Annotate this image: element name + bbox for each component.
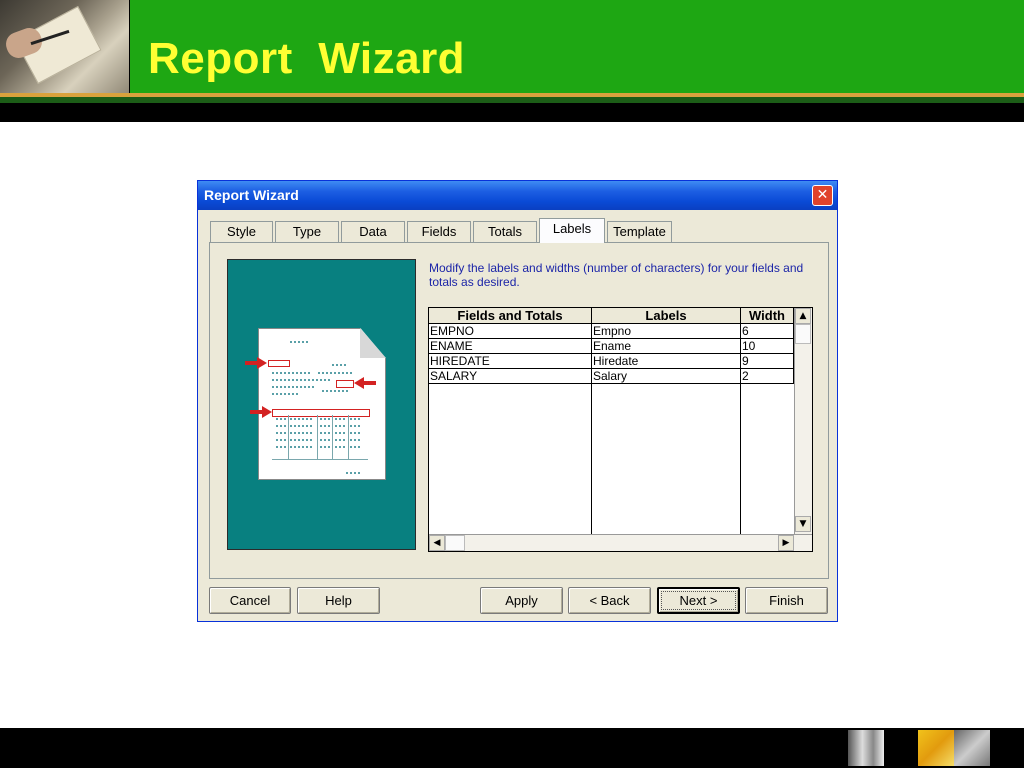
finish-button[interactable]: Finish <box>745 587 828 614</box>
scroll-down-button[interactable]: ▼ <box>795 516 811 532</box>
labels-tab-panel: Modify the labels and widths (number of … <box>209 242 829 579</box>
horizontal-scroll-thumb[interactable] <box>445 535 465 551</box>
field-cell[interactable]: SALARY <box>429 369 592 384</box>
slide-title: Report Wizard <box>148 34 466 83</box>
footer-decoration-image <box>848 730 884 766</box>
tab-labels[interactable]: Labels <box>539 218 605 243</box>
dialog-title: Report Wizard <box>204 187 299 203</box>
width-input[interactable]: 2 <box>741 369 794 384</box>
triangle-left-icon: ◀ <box>433 538 441 548</box>
width-input[interactable]: 10 <box>741 339 794 354</box>
field-cell[interactable]: EMPNO <box>429 324 592 339</box>
dialog-titlebar[interactable]: Report Wizard ✕ <box>198 181 837 210</box>
arrow-right-icon <box>250 406 272 418</box>
report-preview-image <box>227 259 416 550</box>
tab-data[interactable]: Data <box>341 221 405 242</box>
apply-button[interactable]: Apply <box>480 587 563 614</box>
tab-type[interactable]: Type <box>275 221 339 242</box>
scroll-up-button[interactable]: ▲ <box>795 308 811 324</box>
tab-fields[interactable]: Fields <box>407 221 471 242</box>
report-wizard-dialog: Report Wizard ✕ Style Type Data Fields T… <box>197 180 838 622</box>
label-input[interactable]: Empno <box>592 324 741 339</box>
close-button[interactable]: ✕ <box>812 185 833 206</box>
vertical-scroll-thumb[interactable] <box>795 324 811 344</box>
scroll-left-button[interactable]: ◀ <box>429 535 445 551</box>
tab-totals[interactable]: Totals <box>473 221 537 242</box>
back-button[interactable]: < Back <box>568 587 651 614</box>
arrow-left-icon <box>354 377 376 389</box>
horizontal-scrollbar[interactable]: ◀ ▶ <box>429 534 812 551</box>
header-photo <box>0 0 129 95</box>
label-input[interactable]: Hiredate <box>592 354 741 369</box>
slide-footer <box>0 728 1024 768</box>
triangle-up-icon: ▲ <box>799 311 807 321</box>
triangle-down-icon: ▼ <box>799 519 807 529</box>
close-icon: ✕ <box>816 187 829 203</box>
width-input[interactable]: 9 <box>741 354 794 369</box>
arrow-right-icon <box>245 357 267 369</box>
label-input[interactable]: Ename <box>592 339 741 354</box>
triangle-right-icon: ▶ <box>782 538 790 548</box>
footer-decoration-image <box>918 730 954 766</box>
footer-decoration-image <box>954 730 990 766</box>
next-button-label: Next > <box>661 591 736 610</box>
column-header-width[interactable]: Width <box>741 308 794 324</box>
tab-style[interactable]: Style <box>210 221 273 242</box>
tab-template[interactable]: Template <box>607 221 672 242</box>
vertical-scrollbar[interactable]: ▲ ▼ <box>794 308 812 534</box>
help-button[interactable]: Help <box>297 587 380 614</box>
label-input[interactable]: Salary <box>592 369 741 384</box>
column-header-fields-and-totals[interactable]: Fields and Totals <box>429 308 592 324</box>
column-header-labels[interactable]: Labels <box>592 308 741 324</box>
next-button[interactable]: Next > <box>657 587 740 614</box>
field-cell[interactable]: ENAME <box>429 339 592 354</box>
labels-grid: Fields and Totals Labels Width EMPNO Emp… <box>428 307 813 552</box>
width-input[interactable]: 6 <box>741 324 794 339</box>
slide-header: Report Wizard <box>0 0 1024 122</box>
instructions-text: Modify the labels and widths (number of … <box>429 261 804 289</box>
scroll-right-button[interactable]: ▶ <box>778 535 794 551</box>
field-cell[interactable]: HIREDATE <box>429 354 592 369</box>
cancel-button[interactable]: Cancel <box>209 587 291 614</box>
